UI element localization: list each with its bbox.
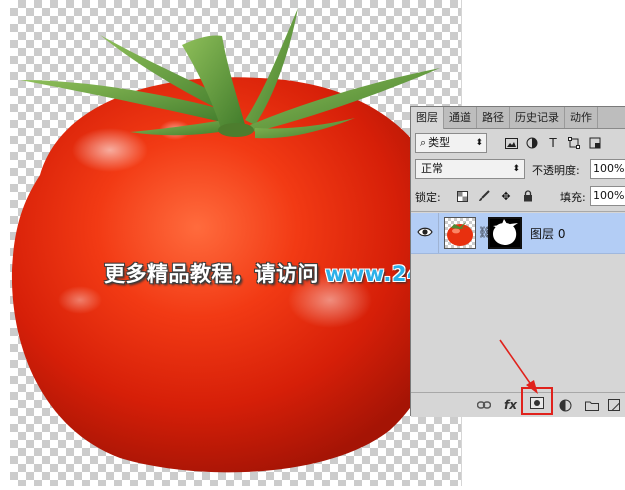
tab-paths[interactable]: 路径 (477, 107, 510, 128)
updown-arrow-icon: ⬍ (512, 164, 520, 174)
updown-arrow-icon: ⬍ (475, 138, 483, 148)
new-layer-icon[interactable] (608, 397, 620, 413)
lock-label: 锁定: (415, 191, 441, 204)
add-mask-icon[interactable] (530, 397, 544, 409)
filter-icons: T (503, 135, 608, 151)
folder-icon[interactable] (585, 397, 599, 413)
pixel-filter-icon[interactable] (503, 135, 519, 151)
lock-transparency-icon[interactable] (455, 189, 469, 203)
type-filter-icon[interactable]: T (545, 135, 561, 151)
layers-panel: 图层 通道 路径 历史记录 动作 ⌕ 类型 ⬍ T 正常 ⬍ 不透明度: 100… (410, 106, 625, 417)
kind-filter-select[interactable]: ⌕ 类型 ⬍ (415, 133, 487, 153)
kind-filter-label: 类型 (428, 136, 451, 149)
shape-filter-icon[interactable] (566, 135, 582, 151)
search-icon: ⌕ (420, 136, 427, 149)
fill-label: 填充: (560, 191, 586, 204)
smart-object-filter-icon[interactable] (587, 135, 603, 151)
layer-thumbnail[interactable] (444, 217, 476, 249)
tab-layers[interactable]: 图层 (411, 107, 444, 129)
tab-history[interactable]: 历史记录 (510, 107, 565, 128)
eye-visibility-icon[interactable] (417, 225, 433, 239)
lock-icons: ✥ (455, 189, 543, 203)
fill-input[interactable]: 100% (590, 186, 625, 206)
adjustment-filter-icon[interactable] (524, 135, 540, 151)
lock-position-move-icon[interactable]: ✥ (499, 189, 513, 203)
layer-name[interactable]: 图层 0 (530, 225, 565, 242)
watermark-text: 更多精品教程，请访问 (104, 262, 319, 286)
fx-icon[interactable]: fx (504, 397, 517, 413)
divider (438, 213, 439, 253)
lock-image-brush-icon[interactable] (477, 189, 491, 203)
filter-row: ⌕ 类型 ⬍ T (415, 133, 625, 155)
opacity-label: 不透明度: (532, 164, 580, 177)
mask-shape-image (493, 219, 518, 245)
blend-row: 正常 ⬍ 不透明度: 100% (415, 159, 625, 181)
lock-row: 锁定: ✥ 填充: 100% (415, 186, 625, 208)
divider (411, 211, 625, 212)
layer-mask-thumbnail[interactable] (488, 217, 522, 249)
blend-mode-label: 正常 (421, 162, 443, 175)
panel-bottom-bar: fx (411, 387, 625, 417)
adjustment-layer-icon[interactable] (559, 397, 572, 413)
blend-mode-select[interactable]: 正常 ⬍ (415, 159, 525, 179)
layer-row[interactable]: ⛓ 图层 0 (411, 213, 625, 254)
lock-all-icon[interactable] (521, 189, 535, 203)
tomato-thumbnail-image (447, 222, 473, 246)
panel-tabs: 图层 通道 路径 历史记录 动作 (411, 107, 625, 129)
tab-actions[interactable]: 动作 (565, 107, 598, 128)
tab-channels[interactable]: 通道 (444, 107, 477, 128)
link-layers-icon[interactable] (477, 397, 491, 413)
opacity-input[interactable]: 100% (590, 159, 625, 179)
